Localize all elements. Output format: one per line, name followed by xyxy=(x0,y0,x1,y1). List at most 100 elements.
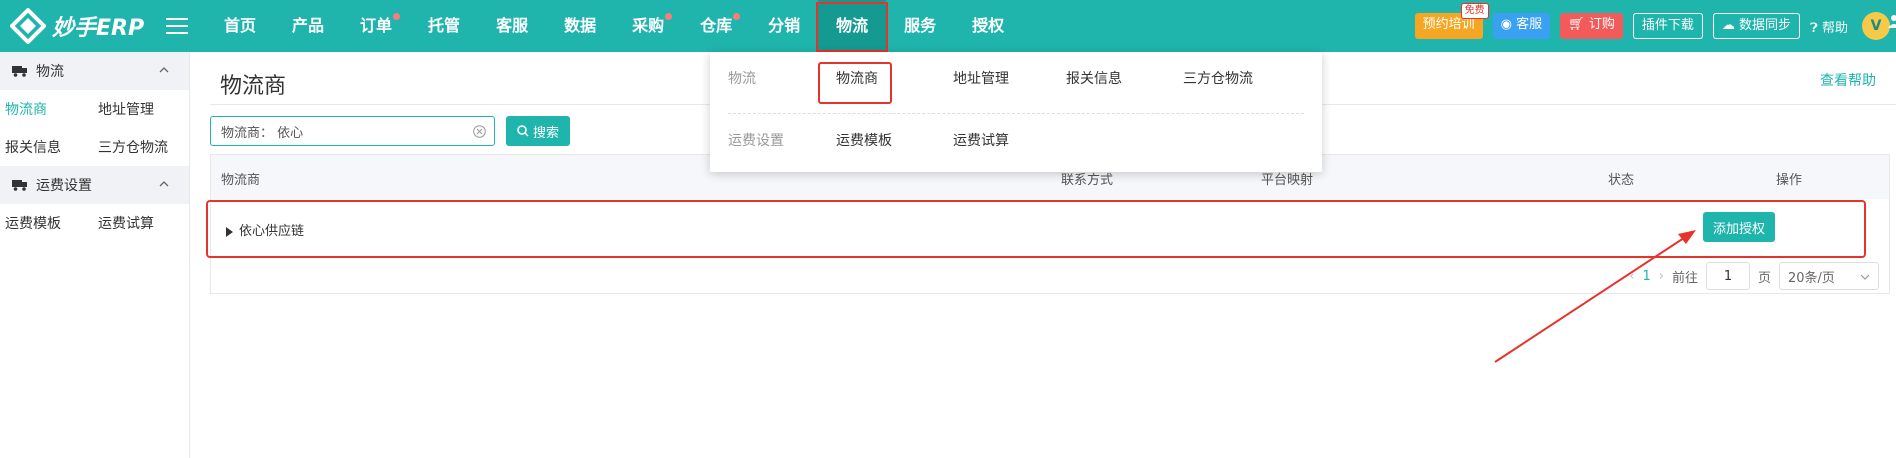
help-link[interactable]: ❓︎ 帮助 xyxy=(1810,17,1848,36)
page-title: 物流商 xyxy=(220,74,287,99)
sidebar-row: 报关信息 三方仓物流 xyxy=(0,128,189,166)
nav-label: 订单 xyxy=(360,16,393,35)
nav-label: 采购 xyxy=(632,16,665,35)
page-size-select[interactable]: 20条/页 xyxy=(1779,262,1879,290)
sidebar-item-address[interactable]: 地址管理 xyxy=(93,99,186,119)
truck-icon xyxy=(12,66,27,77)
training-button[interactable]: 预约培训 免费 xyxy=(1414,3,1489,39)
column-header: 物流商 xyxy=(221,173,261,188)
subscribe-button[interactable]: 🛒︎ 订购 xyxy=(1560,13,1623,39)
nav-purchase[interactable]: 采购 xyxy=(614,0,682,52)
dropdown-row: 物流 物流商 地址管理 报关信息 三方仓物流 xyxy=(710,58,1322,98)
notification-dot xyxy=(393,13,401,20)
sidebar-item-3pl[interactable]: 三方仓物流 xyxy=(93,137,186,157)
table-row[interactable]: 依心供应链 添加授权 xyxy=(206,200,1866,258)
search-button[interactable]: 搜索 xyxy=(506,116,570,146)
nav-services[interactable]: 服务 xyxy=(886,0,954,52)
user-icon xyxy=(1888,15,1896,28)
column-header: 操作 xyxy=(1776,173,1803,188)
chevron-up-icon xyxy=(159,181,169,187)
clear-icon[interactable] xyxy=(473,125,486,138)
dropdown-item-customs[interactable]: 报关信息 xyxy=(1066,68,1122,88)
view-help-link[interactable]: 查看帮助 xyxy=(1820,70,1876,90)
logo-icon xyxy=(10,8,46,44)
dropdown-group-label: 运费设置 xyxy=(728,133,784,149)
dropdown-item-3pl[interactable]: 三方仓物流 xyxy=(1183,68,1253,88)
nav-authorization[interactable]: 授权 xyxy=(954,0,1022,52)
subscribe-label: 订购 xyxy=(1588,17,1615,32)
nav-product[interactable]: 产品 xyxy=(274,0,342,52)
nav-label: 授权 xyxy=(972,16,1005,35)
dropdown-row: 运费设置 运费模板 运费试算 xyxy=(710,120,1322,160)
row-name[interactable]: 依心供应链 xyxy=(226,220,304,239)
sidebar-group-label: 运费设置 xyxy=(36,178,92,194)
nav-home[interactable]: 首页 xyxy=(206,0,274,52)
sync-label: 数据同步 xyxy=(1739,18,1792,33)
data-sync-button[interactable]: ☁ 数据同步 xyxy=(1712,13,1801,39)
add-authorization-button[interactable]: 添加授权 xyxy=(1703,212,1775,242)
sidebar-item-logistics-provider[interactable]: 物流商 xyxy=(0,99,93,119)
app-logo[interactable]: 妙手ERP xyxy=(0,8,160,44)
nav-label: 分销 xyxy=(768,16,801,35)
page-size-value: 20条/页 xyxy=(1788,270,1835,286)
nav-label: 数据 xyxy=(564,16,597,35)
prev-page-icon[interactable]: ‹ xyxy=(1629,269,1634,284)
nav-order[interactable]: 订单 xyxy=(342,0,410,52)
nav-hosting[interactable]: 托管 xyxy=(410,0,478,52)
page-suffix: 页 xyxy=(1757,270,1771,286)
sidebar-group-logistics[interactable]: 物流 xyxy=(0,52,189,90)
nav-logistics[interactable]: 物流 xyxy=(816,0,889,52)
search-input[interactable]: 物流商： 依心 xyxy=(210,116,495,146)
nav-label: 服务 xyxy=(904,16,937,35)
service-label: 客服 xyxy=(1516,17,1543,32)
nav-data[interactable]: 数据 xyxy=(546,0,614,52)
plugin-download-button[interactable]: 插件下载 xyxy=(1632,13,1703,39)
nav-label: 客服 xyxy=(496,16,529,35)
top-navigation-bar: 妙手ERP 首页 产品 订单 托管 客服 数据 采购 仓库 分销 物流 服务 授… xyxy=(0,0,1896,52)
chevron-down-icon xyxy=(1860,274,1870,280)
avatar-letter: V xyxy=(1870,18,1882,34)
goto-label: 前往 xyxy=(1671,270,1698,286)
page-jump-input[interactable]: 1 xyxy=(1705,262,1750,290)
sidebar: 物流 物流商 地址管理 报关信息 三方仓物流 运费设置 运费模板 运费试算 xyxy=(0,52,190,458)
notification-dot xyxy=(665,13,673,20)
cart-icon: 🛒︎ xyxy=(1568,17,1585,32)
avatar[interactable]: V xyxy=(1862,12,1896,40)
nav-warehouse[interactable]: 仓库 xyxy=(682,0,750,52)
nav-label: 产品 xyxy=(292,16,325,35)
logistics-dropdown-menu: 物流 物流商 地址管理 报关信息 三方仓物流 运费设置 运费模板 运费试算 xyxy=(710,52,1322,172)
sidebar-group-label: 物流 xyxy=(36,64,64,80)
dropdown-item-shipping-calc[interactable]: 运费试算 xyxy=(953,130,1009,150)
help-label: 帮助 xyxy=(1821,20,1848,36)
search-button-label: 搜索 xyxy=(532,125,559,141)
sidebar-group-shipping[interactable]: 运费设置 xyxy=(0,166,189,204)
sidebar-row: 运费模板 运费试算 xyxy=(0,204,189,242)
truck-icon xyxy=(12,180,27,191)
nav-label: 仓库 xyxy=(700,16,733,35)
search-value: 物流商： 依心 xyxy=(221,125,304,141)
dropdown-item-shipping-template[interactable]: 运费模板 xyxy=(836,130,892,150)
nav-label: 物流 xyxy=(836,16,869,35)
question-icon: ❓︎ xyxy=(1810,20,1818,36)
cloud-icon: ☁ xyxy=(1721,18,1735,33)
logistics-table: 物流商 联系方式 平台映射 状态 操作 依心供应链 添加授权 ‹ 1 › 前往 … xyxy=(206,154,1890,294)
expand-caret-icon[interactable] xyxy=(226,226,233,237)
logo-text: 妙手ERP xyxy=(52,16,145,41)
current-page[interactable]: 1 xyxy=(1642,269,1650,284)
chat-icon: ◉ xyxy=(1500,17,1513,32)
sidebar-item-customs[interactable]: 报关信息 xyxy=(0,137,93,157)
next-page-icon[interactable]: › xyxy=(1659,269,1664,284)
training-label: 预约培训 xyxy=(1422,17,1475,32)
sidebar-item-shipping-template[interactable]: 运费模板 xyxy=(0,213,93,233)
free-badge: 免费 xyxy=(1460,3,1489,19)
dropdown-item-address[interactable]: 地址管理 xyxy=(953,68,1009,88)
customer-service-button[interactable]: ◉ 客服 xyxy=(1492,13,1551,39)
search-icon xyxy=(517,125,529,137)
dropdown-group-label: 物流 xyxy=(728,71,756,87)
menu-toggle-icon[interactable] xyxy=(166,18,188,34)
provider-name: 依心供应链 xyxy=(239,224,305,239)
nav-distribution[interactable]: 分销 xyxy=(750,0,818,52)
nav-customer-service[interactable]: 客服 xyxy=(478,0,546,52)
sidebar-item-shipping-calc[interactable]: 运费试算 xyxy=(93,213,186,233)
chevron-up-icon xyxy=(159,67,169,73)
